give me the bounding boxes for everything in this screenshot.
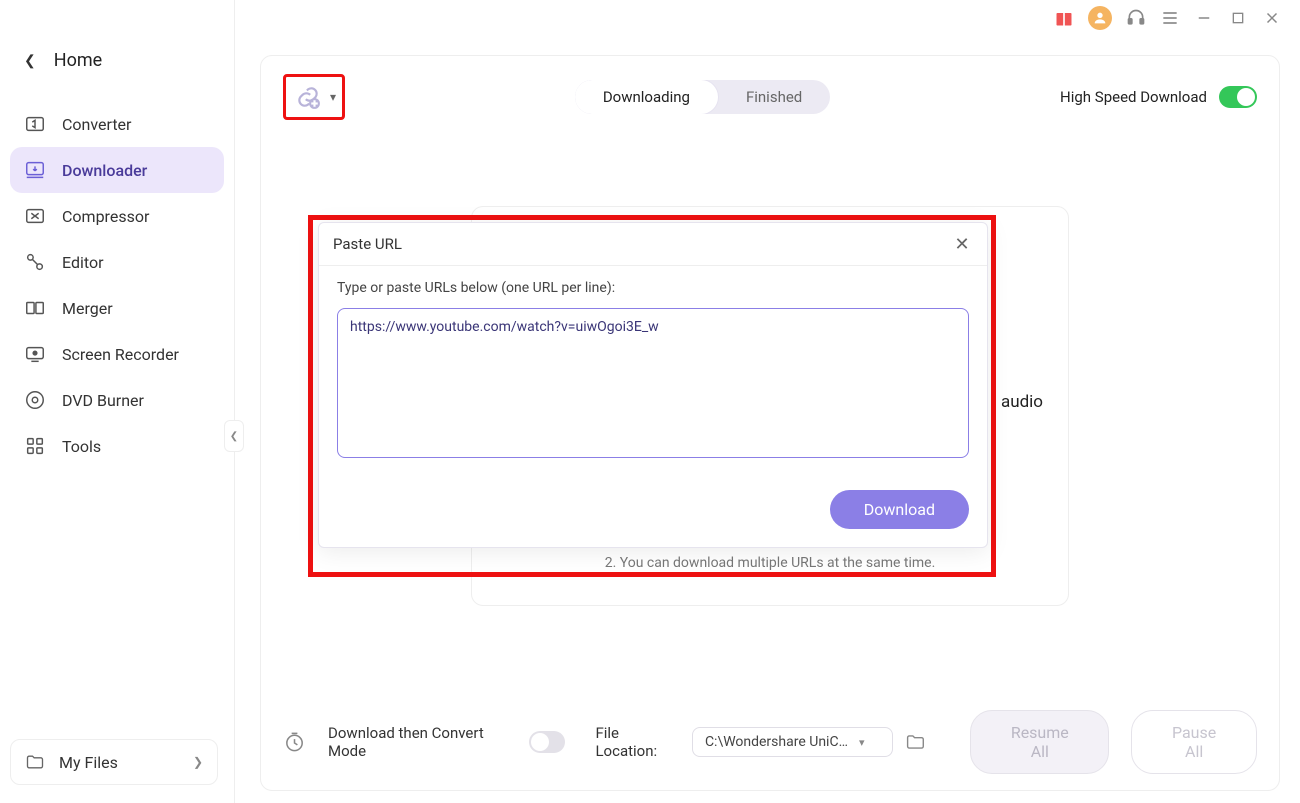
dialog-hint: Type or paste URLs below (one URL per li…	[337, 280, 969, 296]
dialog-header: Paste URL ✕	[319, 223, 987, 266]
paste-url-button[interactable]	[292, 81, 324, 113]
high-speed-download: High Speed Download	[1060, 86, 1257, 108]
dialog-close-button[interactable]: ✕	[951, 233, 973, 255]
converter-icon	[24, 113, 46, 135]
home-label: Home	[54, 50, 102, 71]
menu-icon[interactable]	[1160, 8, 1180, 28]
url-textarea[interactable]	[337, 308, 969, 458]
my-files-label: My Files	[59, 753, 179, 772]
sidebar-item-converter[interactable]: Converter	[10, 101, 224, 147]
convert-mode: Download then Convert Mode	[328, 724, 565, 760]
compressor-icon	[24, 205, 46, 227]
screen-recorder-icon	[24, 343, 46, 365]
headset-icon[interactable]	[1126, 8, 1146, 28]
file-location-label: File Location:	[595, 724, 679, 760]
sidebar-item-tools[interactable]: Tools	[10, 423, 224, 469]
downloader-icon	[24, 159, 46, 181]
convert-mode-toggle[interactable]	[529, 731, 565, 753]
dialog-title: Paste URL	[333, 235, 402, 253]
pause-all-button[interactable]: Pause All	[1131, 710, 1257, 774]
tab-switcher: Downloading Finished	[575, 80, 830, 114]
sidebar-item-dvd-burner[interactable]: DVD Burner	[10, 377, 224, 423]
sidebar-item-editor[interactable]: Editor	[10, 239, 224, 285]
nav-label: Converter	[62, 115, 131, 134]
paste-url-dialog: Paste URL ✕ Type or paste URLs below (on…	[318, 222, 988, 548]
nav-label: DVD Burner	[62, 391, 144, 410]
sidebar: ❮ Home Converter Downloader Compressor E…	[0, 0, 235, 803]
collapse-sidebar-button[interactable]: ❮	[224, 420, 244, 452]
main-toolbar: ▾ Downloading Finished High Speed Downlo…	[261, 56, 1279, 138]
minimize-icon[interactable]	[1194, 8, 1214, 28]
file-location-value: C:\Wondershare UniConverter 1	[705, 734, 853, 750]
tab-finished[interactable]: Finished	[718, 80, 830, 114]
nav-label: Tools	[62, 437, 101, 456]
dialog-footer: Download	[319, 480, 987, 547]
schedule-icon[interactable]	[283, 730, 306, 754]
titlebar	[1036, 0, 1300, 36]
sidebar-item-compressor[interactable]: Compressor	[10, 193, 224, 239]
nav-list: Converter Downloader Compressor Editor M…	[0, 101, 234, 469]
convert-mode-label: Download then Convert Mode	[328, 724, 517, 760]
chevron-down-icon: ▾	[859, 736, 865, 749]
file-location: File Location: C:\Wondershare UniConvert…	[595, 724, 926, 760]
dvd-burner-icon	[24, 389, 46, 411]
home-button[interactable]: ❮ Home	[0, 40, 234, 91]
partial-text-fragment: l audio	[993, 392, 1043, 412]
open-folder-icon[interactable]	[905, 731, 926, 753]
hint-text: 2. You can download multiple URLs at the…	[506, 555, 1034, 571]
tools-icon	[24, 435, 46, 457]
chevron-right-icon: ❯	[193, 755, 203, 769]
resume-all-button[interactable]: Resume All	[970, 710, 1109, 774]
sidebar-item-downloader[interactable]: Downloader	[10, 147, 224, 193]
close-icon[interactable]	[1262, 8, 1282, 28]
gift-icon[interactable]	[1054, 8, 1074, 28]
nav-label: Compressor	[62, 207, 149, 226]
avatar-icon[interactable]	[1088, 6, 1112, 30]
download-button[interactable]: Download	[830, 490, 969, 529]
maximize-icon[interactable]	[1228, 8, 1248, 28]
high-speed-toggle[interactable]	[1219, 86, 1257, 108]
file-location-select[interactable]: C:\Wondershare UniConverter 1 ▾	[692, 727, 894, 757]
bottom-bar: Download then Convert Mode File Location…	[283, 706, 1257, 778]
paste-url-button-highlight: ▾	[283, 74, 345, 120]
high-speed-label: High Speed Download	[1060, 88, 1207, 106]
dialog-body: Type or paste URLs below (one URL per li…	[319, 266, 987, 480]
editor-icon	[24, 251, 46, 273]
merger-icon	[24, 297, 46, 319]
sidebar-item-merger[interactable]: Merger	[10, 285, 224, 331]
folder-icon	[25, 752, 45, 772]
my-files-button[interactable]: My Files ❯	[10, 739, 218, 785]
nav-label: Screen Recorder	[62, 345, 179, 364]
link-plus-icon	[295, 84, 321, 110]
chevron-down-icon[interactable]: ▾	[330, 90, 336, 104]
sidebar-item-screen-recorder[interactable]: Screen Recorder	[10, 331, 224, 377]
nav-label: Merger	[62, 299, 113, 318]
chevron-left-icon: ❮	[24, 53, 36, 69]
nav-label: Editor	[62, 253, 103, 272]
nav-label: Downloader	[62, 161, 147, 180]
tab-downloading[interactable]: Downloading	[575, 80, 718, 114]
